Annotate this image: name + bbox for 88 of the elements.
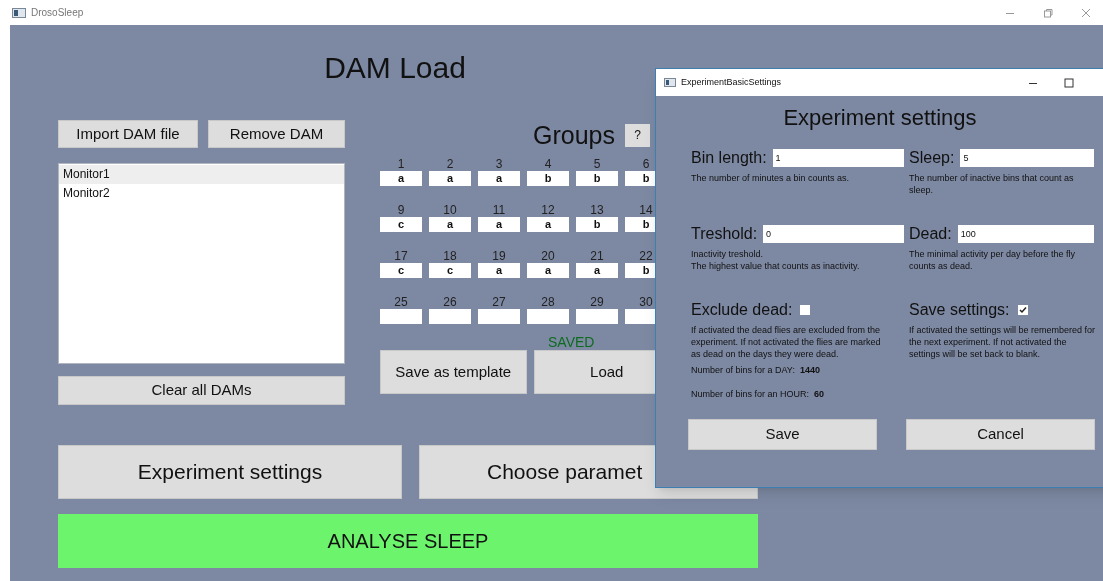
page-title: DAM Load — [324, 51, 466, 84]
dam-list[interactable]: Monitor1 Monitor2 — [58, 163, 345, 364]
group-field[interactable]: a — [429, 217, 471, 232]
app-icon — [12, 7, 26, 18]
group-field[interactable]: b — [576, 171, 618, 186]
checkbox-label: Save settings: — [909, 300, 1010, 320]
checkbox[interactable] — [800, 305, 811, 315]
group-field[interactable]: a — [478, 171, 520, 186]
group-number: 28 — [541, 295, 555, 309]
groups-heading: Groups — [533, 120, 615, 150]
remove-button[interactable]: Remove DAM — [208, 120, 345, 148]
group-field[interactable] — [576, 309, 618, 324]
info-value: 1440 — [799, 364, 820, 376]
status-text: SAVED — [548, 334, 595, 350]
description-text: The number of minutes a bin counts as. — [691, 172, 851, 184]
group-number: 1 — [397, 157, 405, 171]
group-field[interactable]: a — [380, 171, 422, 186]
group-field[interactable]: a — [478, 217, 520, 232]
list-item[interactable]: Monitor1 — [59, 165, 344, 184]
group-number: 17 — [394, 249, 408, 263]
help-button[interactable]: ? — [625, 123, 650, 147]
group-field[interactable]: a — [527, 263, 569, 278]
clear-button[interactable]: Clear all DAMs — [58, 376, 345, 405]
group-field[interactable]: a — [429, 171, 471, 186]
import-button[interactable]: Import DAM file — [58, 120, 198, 148]
field-label: Treshold: — [691, 224, 758, 244]
group-field[interactable] — [429, 309, 471, 324]
close-icon[interactable] — [1081, 7, 1091, 18]
group-number: 22 — [639, 249, 653, 263]
group-number: 4 — [544, 157, 552, 171]
field-label: Sleep: — [909, 148, 955, 168]
group-field[interactable]: a — [576, 263, 618, 278]
input-field[interactable]: 5 — [960, 149, 1094, 167]
field-label: Dead: — [909, 224, 952, 244]
group-number: 20 — [541, 249, 555, 263]
group-number: 30 — [639, 295, 653, 309]
experiment-settings-button[interactable]: Experiment settings — [58, 445, 402, 499]
group-number: 18 — [443, 249, 457, 263]
group-number: 11 — [492, 203, 506, 217]
field-label: Bin length: — [691, 148, 767, 168]
group-field[interactable]: c — [380, 263, 422, 278]
group-number: 3 — [495, 157, 503, 171]
group-number: 25 — [394, 295, 408, 309]
group-field[interactable] — [380, 309, 422, 324]
description-text: The number of inactive bins that count as sleep. — [909, 172, 1075, 196]
group-number: 12 — [541, 203, 555, 217]
group-field[interactable] — [527, 309, 569, 324]
group-number: 6 — [642, 157, 650, 171]
description-text: The minimal activity per day before the fly counts as dead. — [909, 248, 1077, 272]
maximize-icon[interactable] — [1064, 77, 1074, 88]
group-number: 27 — [492, 295, 506, 309]
dialog-title: ExperimentBasicSettings — [681, 75, 782, 89]
info-label: Number of bins for a DAY: — [691, 364, 795, 376]
group-field[interactable]: b — [576, 217, 618, 232]
input-field[interactable]: 100 — [957, 225, 1094, 243]
group-number: 26 — [443, 295, 457, 309]
description-text: If activated the settings will be remembered for the next experiment. If not activated the settings will be set back to blank. — [909, 324, 1097, 360]
info-label: Number of bins for an HOUR: — [691, 388, 810, 400]
group-number: 21 — [590, 249, 604, 263]
description-text: If activated the dead flies are excluded from the experiment. If not activated the flies are marked as dead on the days they were dead. — [691, 324, 881, 360]
group-field[interactable] — [478, 309, 520, 324]
group-number: 9 — [397, 203, 405, 217]
input-field[interactable]: 0 — [763, 225, 904, 243]
restore-icon[interactable] — [1043, 7, 1053, 18]
group-field[interactable]: c — [380, 217, 422, 232]
group-field[interactable]: c — [429, 263, 471, 278]
dialog-heading: Experiment settings — [783, 105, 977, 130]
checkbox-label: Exclude dead: — [691, 300, 793, 320]
save-button[interactable]: Save — [688, 419, 877, 450]
group-number: 2 — [446, 157, 454, 171]
group-number: 14 — [639, 203, 653, 217]
analyse-button[interactable]: ANALYSE SLEEP — [58, 514, 758, 568]
group-number: 5 — [593, 157, 601, 171]
group-field[interactable]: b — [527, 171, 569, 186]
checkbox[interactable] — [1017, 305, 1028, 315]
save-template-button[interactable]: Save as template — [380, 350, 527, 394]
group-number: 13 — [590, 203, 604, 217]
group-field[interactable]: a — [527, 217, 569, 232]
group-field[interactable]: a — [478, 263, 520, 278]
window-title: DrosoSleep — [31, 6, 84, 20]
group-number: 29 — [590, 295, 604, 309]
info-value: 60 — [814, 388, 825, 400]
group-number: 19 — [492, 249, 506, 263]
cancel-button[interactable]: Cancel — [906, 419, 1095, 450]
input-field[interactable]: 1 — [772, 149, 904, 167]
description-text: Inactivity treshold. The highest value that counts as inactivity. — [691, 248, 861, 272]
group-number: 10 — [443, 203, 457, 217]
app-icon — [664, 78, 676, 87]
